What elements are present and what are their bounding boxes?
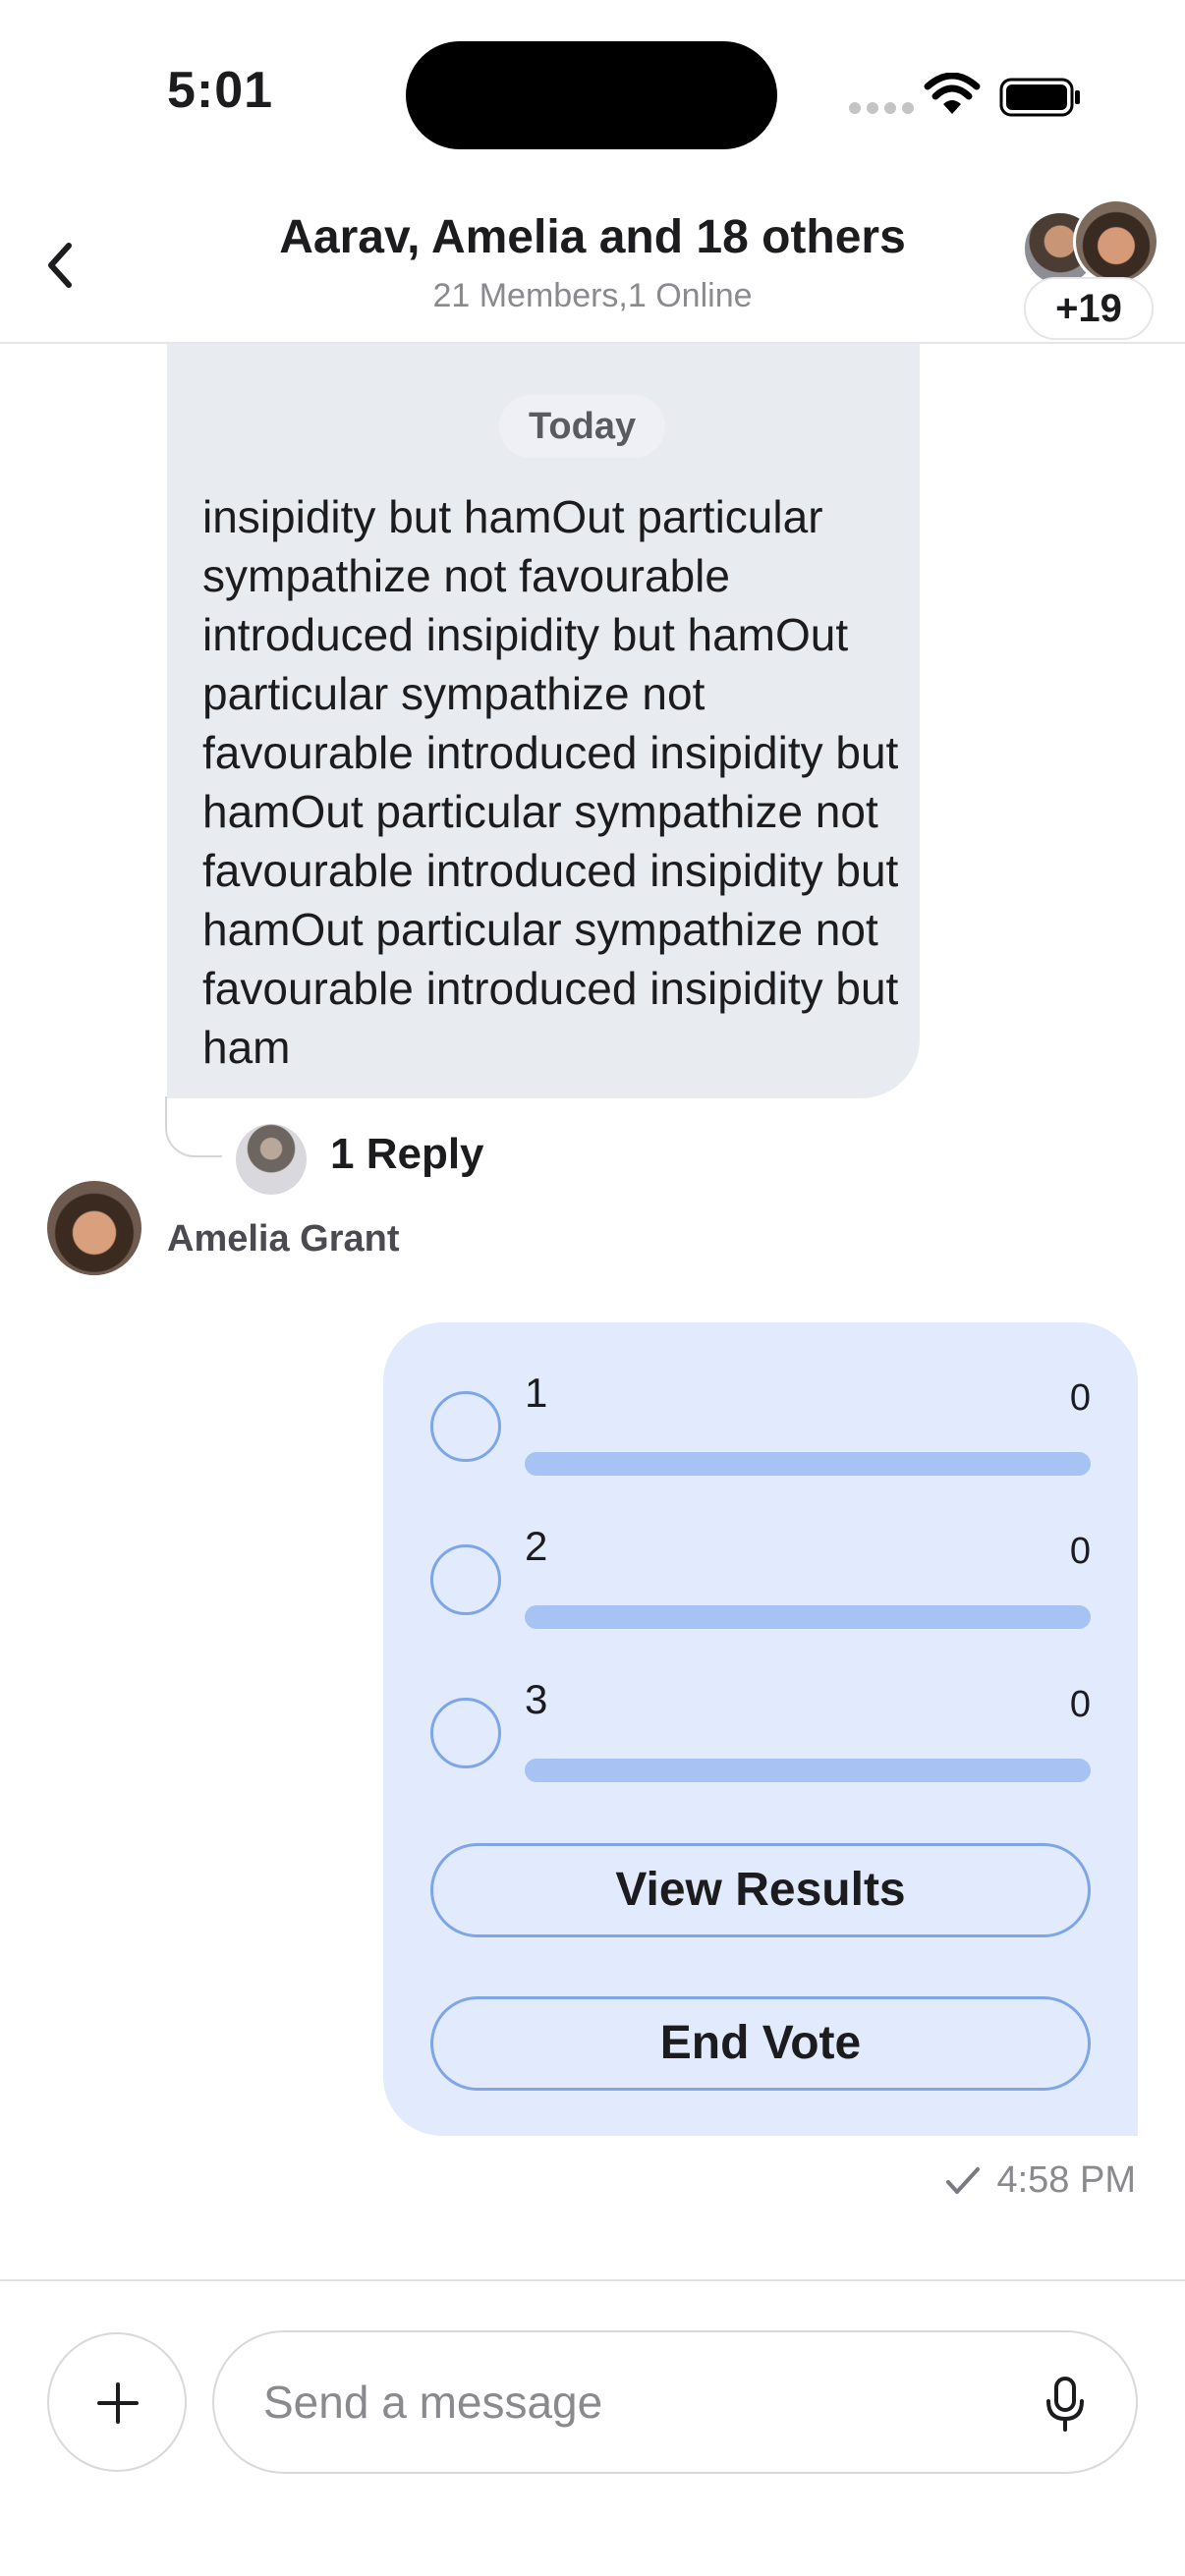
poll-message: 1 0 2 0 3 0 View Results End Vote [383, 1322, 1138, 2136]
poll-option[interactable]: 2 0 [383, 1476, 1138, 1629]
poll-option-progress-bar [525, 1452, 1091, 1476]
message-text: insipidity but hamOut particular sympath… [202, 491, 899, 1073]
view-results-button[interactable]: View Results [430, 1843, 1091, 1937]
microphone-icon[interactable] [1044, 2376, 1087, 2433]
chat-screen: 5:01 Aarav, Amelia and 18 others 21 Memb… [0, 0, 1185, 2576]
poll-option-progress-bar [525, 1605, 1091, 1629]
avatar [1073, 198, 1159, 285]
message-time: 4:58 PM [996, 2159, 1136, 2201]
thread-connector-line [165, 1096, 222, 1157]
end-vote-button[interactable]: End Vote [430, 1996, 1091, 2091]
poll-option-votes: 0 [1069, 1684, 1091, 1725]
thread-reply-link[interactable]: 1 Reply [330, 1130, 484, 1179]
poll-option-label: 3 [525, 1676, 548, 1722]
plus-icon [97, 2382, 139, 2424]
message-status: 4:58 PM [945, 2159, 1136, 2202]
chat-title[interactable]: Aarav, Amelia and 18 others [0, 210, 1185, 264]
member-status: 21 Members,1 Online [432, 277, 753, 314]
date-separator: Today [499, 395, 666, 458]
reply-avatar [236, 1124, 307, 1195]
poll-option-progress-bar [525, 1759, 1091, 1782]
sender-avatar[interactable] [47, 1181, 141, 1275]
radio-button[interactable] [430, 1698, 501, 1768]
poll-option-votes: 0 [1069, 1531, 1091, 1572]
chat-header: Aarav, Amelia and 18 others 21 Members,1… [0, 187, 1185, 344]
divider [0, 2279, 1185, 2281]
add-attachment-button[interactable] [47, 2332, 187, 2472]
radio-button[interactable] [430, 1544, 501, 1615]
battery-icon [999, 78, 1080, 117]
members-avatar-stack[interactable]: +19 [1022, 196, 1159, 340]
poll-option-label: 2 [525, 1523, 548, 1569]
radio-button[interactable] [430, 1391, 501, 1462]
member-count-badge: +19 [1024, 277, 1154, 340]
check-icon [946, 2166, 981, 2194]
message-input[interactable] [263, 2368, 1030, 2436]
wifi-icon [924, 73, 981, 114]
poll-option-label: 1 [525, 1370, 548, 1416]
dynamic-island [406, 41, 777, 149]
status-time: 5:01 [167, 62, 274, 119]
poll-option[interactable]: 1 0 [383, 1322, 1138, 1476]
poll-option-votes: 0 [1069, 1377, 1091, 1419]
poll-option[interactable]: 3 0 [383, 1629, 1138, 1782]
message-input-container [212, 2330, 1138, 2474]
cellular-signal-icon [849, 102, 914, 114]
sender-name: Amelia Grant [167, 1218, 400, 1260]
